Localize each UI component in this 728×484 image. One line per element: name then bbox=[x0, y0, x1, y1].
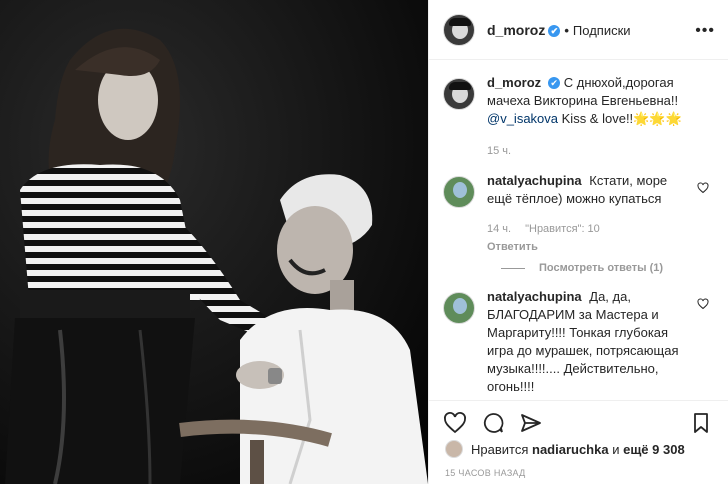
comment-username[interactable]: natalyachupina bbox=[487, 173, 582, 188]
caption-mention[interactable]: @v_isakova bbox=[487, 111, 558, 126]
replies-divider bbox=[501, 267, 525, 269]
comment-bubble-icon[interactable] bbox=[481, 411, 505, 435]
caption-text-after: Kiss & love!!🌟🌟🌟 bbox=[561, 111, 682, 126]
verified-icon: ✔ bbox=[548, 24, 561, 37]
photo-illustration bbox=[0, 0, 428, 484]
likes-others-count[interactable]: ещё 9 308 bbox=[623, 442, 685, 457]
comment-text: Да, да, БЛАГОДАРИМ за Мастера и Маргарит… bbox=[487, 289, 679, 394]
caption-meta: 15 ч. bbox=[487, 142, 707, 160]
like-comment-heart-icon[interactable] bbox=[697, 298, 709, 310]
more-horizontal-icon[interactable]: ••• bbox=[695, 22, 715, 40]
comment-avatar[interactable] bbox=[443, 176, 475, 208]
author-line: d_moroz ✔ • Подписки bbox=[487, 22, 631, 38]
caption-username[interactable]: d_moroz bbox=[487, 75, 541, 90]
caption-time[interactable]: 15 ч. bbox=[487, 145, 511, 157]
post-side-panel: d_moroz ✔ • Подписки ••• d_moroz ✔ С днюхой,… bbox=[428, 0, 728, 484]
comment-username[interactable]: natalyachupina bbox=[487, 289, 582, 304]
bookmark-icon[interactable] bbox=[689, 411, 713, 435]
post-header: d_moroz ✔ • Подписки ••• bbox=[429, 0, 728, 60]
view-replies-label: Посмотреть ответы (1) bbox=[539, 262, 664, 274]
comments-list[interactable]: d_moroz ✔ С днюхой,дорогая мачеха Виктори… bbox=[429, 60, 728, 400]
like-heart-icon[interactable] bbox=[443, 411, 467, 435]
likes-middle: и bbox=[612, 441, 620, 457]
caption: d_moroz ✔ С днюхой,дорогая мачеха Виктори… bbox=[443, 74, 713, 160]
post-timestamp[interactable]: 15 ЧАСОВ НАЗАД bbox=[445, 468, 526, 478]
separator-dot: • bbox=[564, 22, 569, 38]
like-comment-heart-icon[interactable] bbox=[697, 182, 709, 194]
likes-prefix: Нравится bbox=[471, 441, 529, 457]
comment: natalyachupina Кстати, море ещё тёплое) … bbox=[443, 172, 713, 256]
author-username[interactable]: d_moroz bbox=[487, 22, 545, 38]
comment-likes[interactable]: "Нравится": 10 bbox=[525, 223, 600, 235]
comment-meta: 14 ч. "Нравится": 10 bbox=[487, 220, 687, 238]
share-plane-icon[interactable] bbox=[519, 411, 543, 435]
comment-time[interactable]: 14 ч. bbox=[487, 223, 511, 235]
reply-button[interactable]: Ответить bbox=[487, 238, 687, 256]
liker-avatar[interactable] bbox=[445, 440, 463, 458]
comment: natalyachupina Да, да, БЛАГОДАРИМ за Мас… bbox=[443, 288, 713, 396]
post-photo[interactable] bbox=[0, 0, 428, 484]
likes-summary: Нравится nadiaruchka и ещё 9 308 bbox=[445, 440, 685, 458]
instagram-post: d_moroz ✔ • Подписки ••• d_moroz ✔ С днюхой,… bbox=[0, 0, 728, 484]
caption-avatar[interactable] bbox=[443, 78, 475, 110]
post-actions bbox=[429, 400, 728, 444]
following-button[interactable]: Подписки bbox=[573, 23, 631, 38]
liker-username[interactable]: nadiaruchka bbox=[532, 442, 609, 457]
comment-avatar[interactable] bbox=[443, 292, 475, 324]
view-replies-button[interactable]: Посмотреть ответы (1) bbox=[501, 262, 713, 274]
verified-icon: ✔ bbox=[548, 77, 561, 89]
author-avatar[interactable] bbox=[443, 13, 475, 46]
